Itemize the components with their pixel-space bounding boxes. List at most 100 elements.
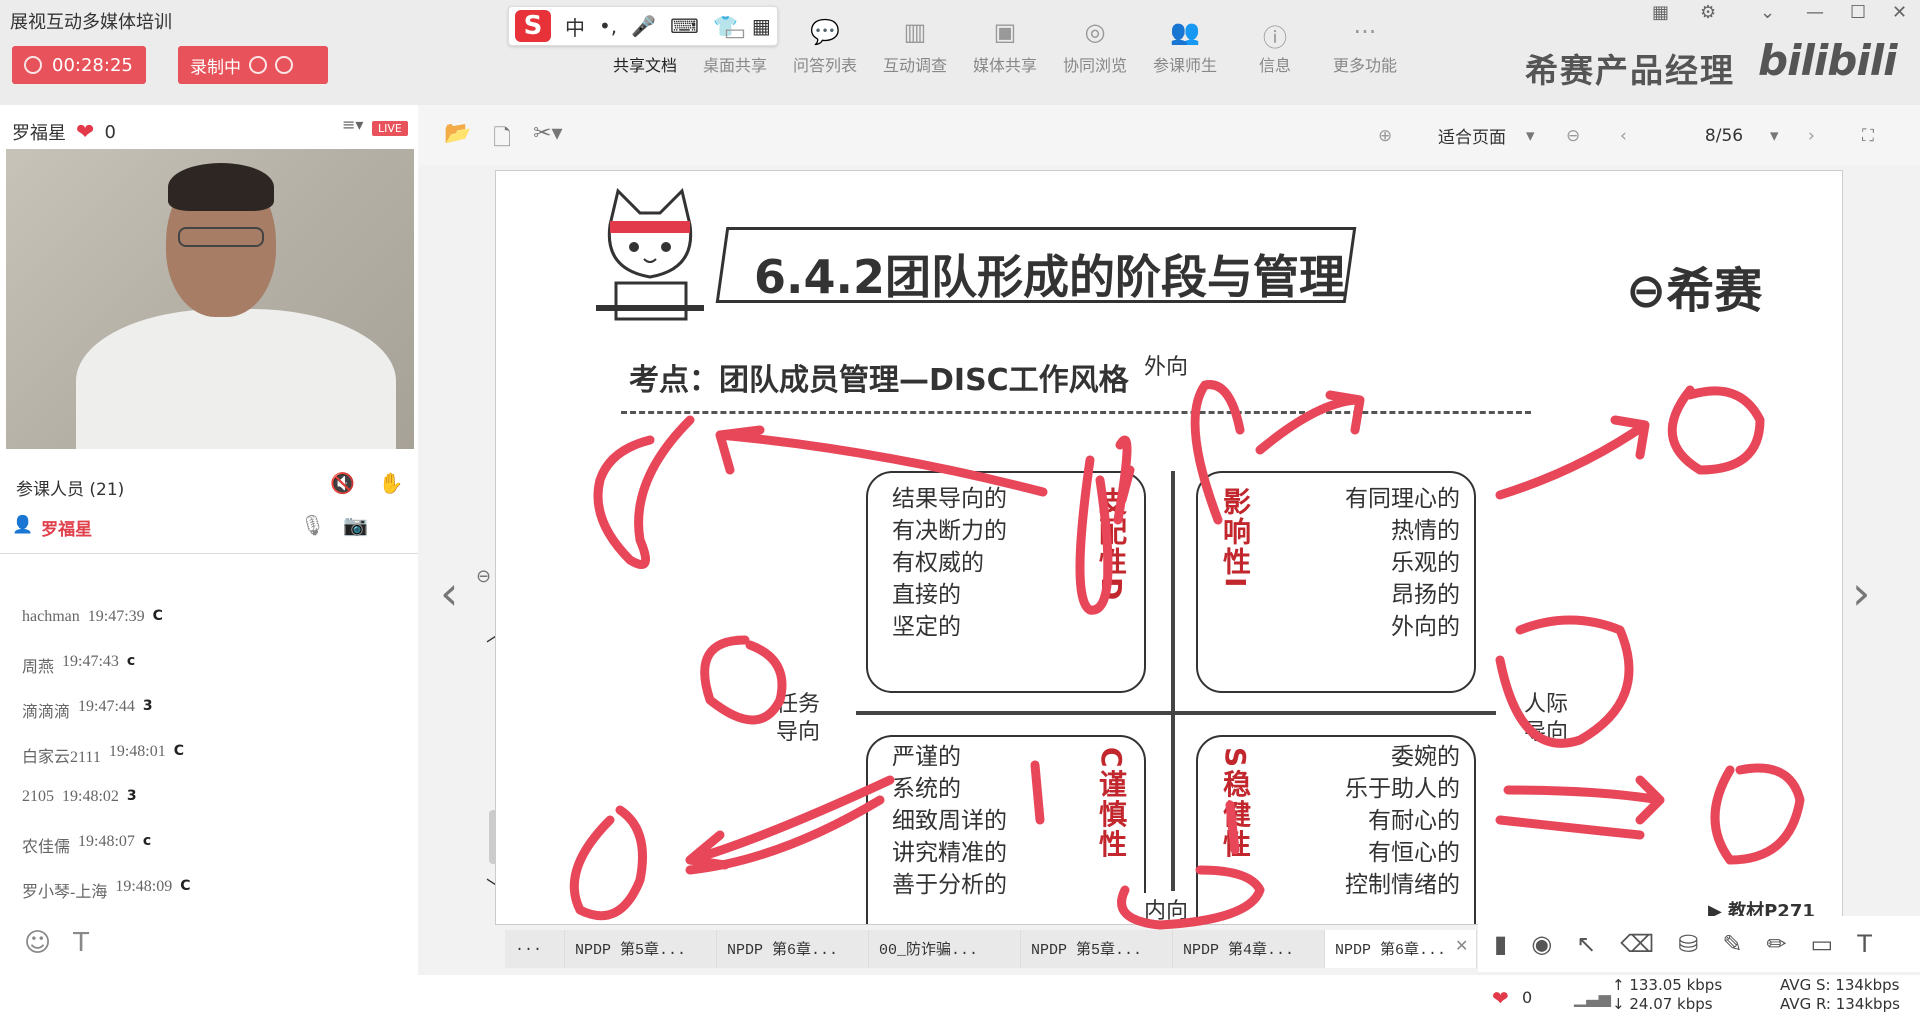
tab-close-icon[interactable]: ✕	[1455, 936, 1468, 955]
microphone-icon[interactable]: 🎙	[300, 513, 325, 537]
prev-page-icon[interactable]: ‹	[1620, 126, 1678, 146]
dashed-divider	[621, 411, 1531, 414]
emoji-icon[interactable]: ☺	[24, 928, 51, 958]
window-menu-icon[interactable]: ▦	[1652, 2, 1669, 23]
doc-tab[interactable]: NPDP 第5章...	[565, 930, 717, 968]
sogou-logo-icon[interactable]: S	[515, 10, 551, 42]
camera-icon[interactable]: 📷	[343, 513, 368, 537]
xisai-logo: ⊖希赛	[1626, 251, 1762, 321]
doc-tab[interactable]: 00_防诈骗...	[869, 930, 1021, 968]
like-heart-icon[interactable]: ❤	[1492, 986, 1509, 1010]
zoom-dropdown-icon[interactable]: ▾	[1526, 126, 1566, 146]
rec-stop-icon[interactable]	[275, 56, 293, 74]
horizontal-axis	[856, 711, 1496, 715]
page-dropdown-icon[interactable]: ▾	[1770, 126, 1808, 146]
attendee-count[interactable]: 参课人员 (21)	[16, 475, 124, 500]
tool-more[interactable]: ··· 更多功能	[1320, 18, 1410, 76]
pen-icon[interactable]: ✏	[1766, 930, 1786, 958]
axis-label-top: 外向	[1144, 349, 1189, 381]
attendee-tools: 🔇 ✋	[330, 471, 404, 495]
laser-pointer-icon[interactable]: ◉	[1531, 930, 1552, 958]
quadrant-d: 结果导向的 有决断力的 有权威的 直接的 坚定的 支配性D	[866, 471, 1146, 693]
quadrant-s-name: S稳健性	[1219, 747, 1252, 860]
co-browse-icon: ◎	[1084, 18, 1106, 46]
host-user-icon: 👤	[12, 515, 34, 535]
page-indicator[interactable]: 8/56	[1678, 126, 1770, 146]
chat-message: 2105 19:48:02 3	[22, 788, 137, 805]
toolbar: 共享文档 ▭ 桌面共享 💬 问答列表 ▥ 互动调查 ▣ 媒体共享 ◎ 协同浏览 👥 参课师生…	[600, 18, 1410, 76]
axis-label-right: 人际 导向	[1524, 691, 1569, 747]
zoom-in-icon[interactable]: ⊕	[1378, 126, 1438, 146]
quadrant-d-name: 支配性D	[1095, 487, 1128, 603]
fullscreen-icon[interactable]: ⛶	[1862, 126, 1874, 146]
hand-icon[interactable]: ✋	[379, 471, 404, 495]
text-format-icon[interactable]: T	[73, 928, 89, 958]
quadrant-c-traits: 严谨的 系统的 细致周详的 讲究精准的 善于分析的	[892, 744, 1007, 898]
collapse-panel-icon[interactable]: ⊖	[476, 566, 491, 587]
host-likes: 0	[104, 121, 116, 143]
zoom-out-icon[interactable]: ⊖	[1566, 126, 1620, 146]
slide-canvas[interactable]: 6.4.2团队形成的阶段与管理 ⊖希赛 考点：团队成员管理—DISC工作风格 结…	[495, 170, 1843, 925]
ime-mode[interactable]: 中	[565, 12, 585, 41]
collapse-icon[interactable]: ⌄	[1760, 2, 1775, 23]
next-slide-icon[interactable]: ›	[1852, 566, 1870, 620]
tool-info[interactable]: ⓘ 信息	[1230, 18, 1320, 76]
cat-mascot-icon	[596, 188, 704, 321]
recording-control[interactable]: 录制中	[178, 46, 328, 84]
desktop-share-icon: ▭	[723, 18, 747, 46]
tool-share-doc[interactable]: 共享文档	[600, 18, 690, 76]
chat-message: 罗小琴-上海 19:48:09 C	[22, 878, 191, 901]
eraser-icon[interactable]: ⌫	[1620, 930, 1654, 958]
xisai-logo-text: 希赛	[1666, 263, 1763, 319]
tool-survey[interactable]: ▥ 互动调查	[870, 18, 960, 76]
menu-icon[interactable]: ≡▾	[342, 115, 363, 134]
chat-message: 农佳儒 19:48:07 c	[22, 833, 152, 856]
quadrant-c-name: C谨慎性	[1095, 747, 1128, 860]
highlighter-icon[interactable]: ✎	[1722, 930, 1742, 958]
tool-participants[interactable]: 👥 参课师生	[1140, 18, 1230, 76]
open-folder-icon[interactable]: 📂	[444, 121, 471, 159]
drawing-toolbar: ▮ ◉ ↖ ⌫ ⛁ ✎ ✏ ▭ T	[1478, 916, 1920, 972]
doc-tab[interactable]: NPDP 第6章...	[717, 930, 869, 968]
signal-bars-icon: ▁▃▅	[1574, 988, 1611, 1007]
video-person-glasses	[178, 227, 264, 247]
avg-recv: AVG R: 134kbps	[1780, 995, 1900, 1013]
doc-tools-right: ⊕ 适合页面 ▾ ⊖ ‹ 8/56 ▾ › ⛶	[1378, 123, 1874, 149]
stamp-icon[interactable]: ⛁	[1678, 930, 1698, 958]
doc-tools-left: 📂 🗋 ✂▾	[444, 121, 563, 159]
file-icon[interactable]: 🗋	[493, 121, 511, 159]
send-rate: ↑ 133.05 kbps	[1612, 976, 1723, 994]
mute-all-icon[interactable]: 🔇	[330, 471, 355, 495]
doc-tab[interactable]: NPDP 第5章...	[1021, 930, 1173, 968]
prev-slide-icon[interactable]: ‹	[440, 566, 458, 620]
minimize-icon[interactable]: —	[1806, 2, 1824, 23]
text-tool-icon[interactable]: T	[1857, 930, 1872, 958]
settings-icon[interactable]: ⚙	[1700, 2, 1716, 23]
more-icon: ···	[1353, 18, 1377, 46]
doc-tab[interactable]: NPDP 第4章...	[1173, 930, 1325, 968]
host-row: 罗福星 ❤ 0	[12, 119, 116, 145]
next-page-icon[interactable]: ›	[1808, 126, 1862, 146]
timer-pause-button[interactable]: 00:28:25	[12, 46, 146, 84]
doc-tab[interactable]: ...	[505, 930, 565, 968]
pointer-icon[interactable]: ↖	[1576, 930, 1596, 958]
zoom-select[interactable]: 适合页面	[1438, 123, 1526, 148]
tool-qa-list[interactable]: 💬 问答列表	[780, 18, 870, 76]
participants-icon: 👥	[1170, 18, 1200, 46]
recv-rate: ↓ 24.07 kbps	[1612, 995, 1713, 1013]
close-icon[interactable]: ✕	[1892, 2, 1907, 23]
tool-desktop-share[interactable]: ▭ 桌面共享	[690, 18, 780, 76]
tool-media-share[interactable]: ▣ 媒体共享	[960, 18, 1050, 76]
chat-list: hachman 19:47:39 C 周燕 19:47:43 c 滴滴滴 19:47:44…	[22, 608, 191, 923]
chat-message: 滴滴滴 19:47:44 3	[22, 698, 153, 721]
top-bar: 展视互动多媒体培训 00:28:25 录制中 S 中 •, 🎤 ⌨ 👕 ▦ 共享…	[0, 0, 1920, 105]
rec-pause-icon[interactable]	[249, 56, 267, 74]
axis-label-left: 任务 导向	[776, 691, 821, 747]
tool-co-browse[interactable]: ◎ 协同浏览	[1050, 18, 1140, 76]
document-toolbar: 📂 🗋 ✂▾ ⊕ 适合页面 ▾ ⊖ ‹ 8/56 ▾ › ⛶	[418, 105, 1920, 165]
maximize-icon[interactable]: ☐	[1850, 2, 1866, 23]
heart-icon[interactable]: ❤	[76, 120, 94, 145]
collapse-bar-icon[interactable]: ▮	[1494, 930, 1507, 958]
scissors-icon[interactable]: ✂▾	[533, 121, 562, 159]
rectangle-icon[interactable]: ▭	[1811, 930, 1834, 958]
